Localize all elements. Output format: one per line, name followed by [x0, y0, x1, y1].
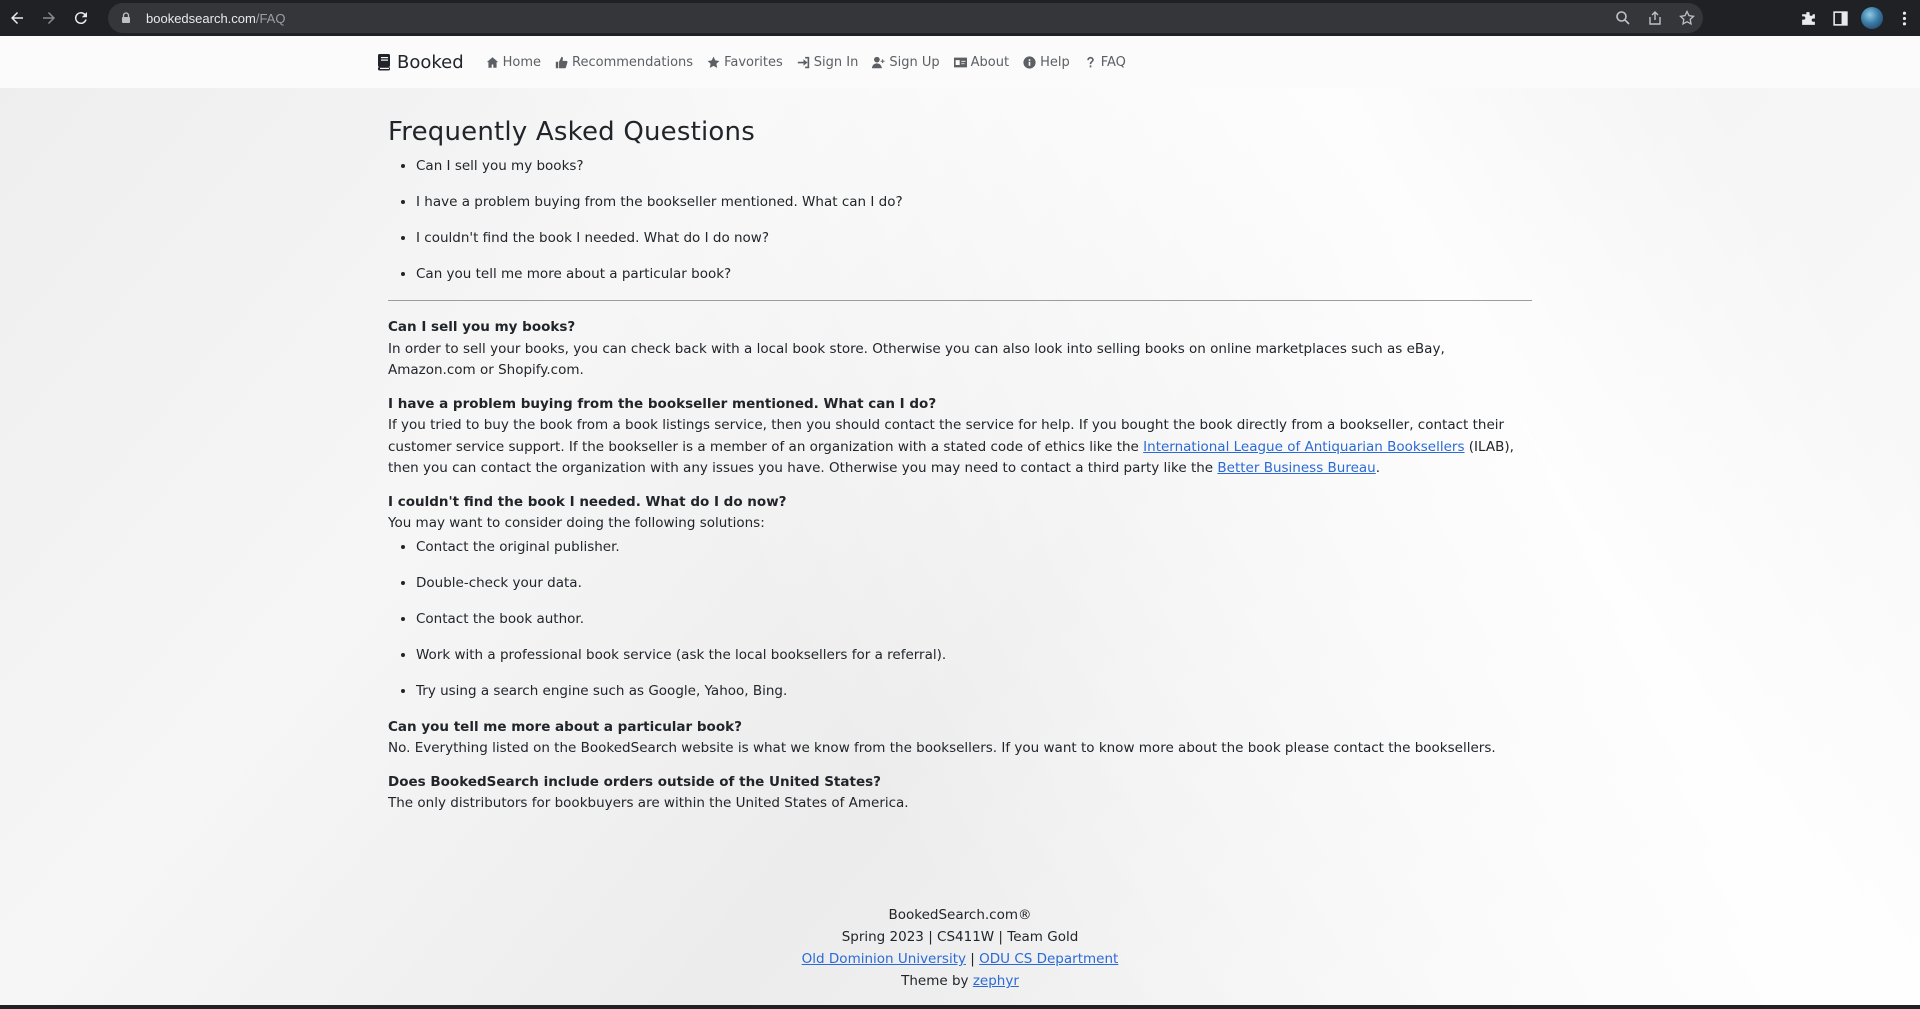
list-item: Contact the book author.: [416, 609, 1532, 631]
nav-sign-up[interactable]: Sign Up: [872, 54, 940, 70]
faq-answer: If you tried to buy the book from a book…: [388, 415, 1532, 480]
sign-in-icon: [797, 56, 809, 68]
share-icon[interactable]: [1639, 3, 1671, 33]
page: Booked Home Recommendations Favorites Si…: [0, 36, 1920, 1009]
answer-text: .: [1375, 460, 1381, 476]
bookmark-star-icon[interactable]: [1671, 3, 1703, 33]
solutions-list: Contact the original publisher. Double-c…: [388, 537, 1532, 703]
list-item: Work with a professional book service (a…: [416, 645, 1532, 667]
faq-answer: No. Everything listed on the BookedSearc…: [388, 740, 1496, 756]
list-item: Try using a search engine such as Google…: [416, 681, 1532, 703]
page-title: Frequently Asked Questions: [388, 117, 755, 147]
footer-course: Spring 2023 | CS411W | Team Gold: [841, 929, 1079, 945]
faq-question: Can you tell me more about a particular …: [388, 718, 742, 735]
browser-toolbar: bookedsearch.com/FAQ: [0, 0, 1920, 36]
back-icon[interactable]: [2, 3, 32, 33]
list-item: Can you tell me more about a particular …: [416, 264, 1532, 286]
book-icon: [378, 54, 390, 71]
forward-icon[interactable]: [34, 3, 64, 33]
reload-icon[interactable]: [66, 3, 96, 33]
question-icon: [1086, 56, 1094, 67]
list-item: Can I sell you my books?: [416, 156, 1532, 178]
user-plus-icon: [872, 56, 885, 68]
extensions-icon[interactable]: [1792, 0, 1824, 36]
side-panel-icon[interactable]: [1824, 0, 1856, 36]
divider: [388, 300, 1532, 301]
faq-question: I have a problem buying from the booksel…: [388, 395, 937, 412]
nav-about-label: About: [970, 54, 1010, 70]
ilab-link[interactable]: International League of Antiquarian Book…: [1143, 439, 1464, 455]
faq-question: I couldn't find the book I needed. What …: [388, 493, 787, 510]
star-icon: [707, 56, 720, 68]
nav-help-label: Help: [1040, 54, 1070, 70]
odu-cs-link[interactable]: ODU CS Department: [979, 951, 1118, 967]
menu-kebab-icon[interactable]: [1888, 0, 1920, 36]
nav-favorites-label: Favorites: [724, 54, 783, 70]
lock-icon: [122, 12, 130, 23]
avatar: [1861, 7, 1883, 29]
main-content: Frequently Asked Questions Can I sell yo…: [388, 114, 1532, 827]
list-item: Double-check your data.: [416, 573, 1532, 595]
footer-copyright: BookedSearch.com®: [888, 907, 1032, 923]
footer-links: Old Dominion University | ODU CS Departm…: [0, 948, 1920, 970]
nav-favorites[interactable]: Favorites: [707, 55, 783, 70]
brand-name: Booked: [397, 51, 464, 73]
nav-faq[interactable]: FAQ: [1084, 55, 1126, 70]
info-circle-icon: [1023, 55, 1036, 69]
faq-toc-list: Can I sell you my books? I have a proble…: [388, 156, 1532, 286]
faq-answer: The only distributors for bookbuyers are…: [388, 795, 909, 811]
faq-answer: You may want to consider doing the follo…: [388, 515, 765, 531]
odu-link[interactable]: Old Dominion University: [802, 951, 966, 967]
bbb-link[interactable]: Better Business Bureau: [1217, 460, 1375, 476]
window-bottom-edge: [0, 1005, 1920, 1009]
nav-home[interactable]: Home: [486, 55, 541, 70]
footer-theme: Theme by zephyr: [0, 970, 1920, 992]
faq-answer: In order to sell your books, you can che…: [388, 340, 1445, 379]
url-path: /FAQ: [255, 10, 286, 26]
nav-sign-in[interactable]: Sign In: [797, 54, 859, 70]
address-bar[interactable]: bookedsearch.com/FAQ: [108, 3, 1703, 33]
faq-question: Can I sell you my books?: [388, 319, 576, 335]
zephyr-link[interactable]: zephyr: [973, 973, 1019, 989]
home-icon: [486, 56, 498, 68]
nav-about[interactable]: About: [953, 54, 1010, 70]
faq-question: Does BookedSearch include orders outside…: [388, 773, 881, 790]
list-item: Contact the original publisher.: [416, 537, 1532, 559]
site-navbar: Booked Home Recommendations Favorites Si…: [0, 36, 1920, 88]
list-item: I have a problem buying from the booksel…: [416, 192, 1532, 214]
nav-recommendations[interactable]: Recommendations: [555, 55, 693, 70]
thumbs-up-icon: [555, 56, 568, 68]
site-footer: BookedSearch.com® Spring 2023 | CS411W |…: [0, 904, 1920, 992]
nav-help[interactable]: Help: [1023, 55, 1070, 70]
url-domain: bookedsearch.com: [146, 10, 256, 26]
url-text: bookedsearch.com/FAQ: [146, 11, 285, 26]
list-item: I couldn't find the book I needed. What …: [416, 228, 1532, 250]
footer-separator: |: [965, 951, 980, 967]
profile-avatar[interactable]: [1856, 0, 1888, 36]
nav-faq-label: FAQ: [1100, 54, 1126, 70]
zoom-icon[interactable]: [1607, 3, 1639, 33]
nav-sign-up-label: Sign Up: [889, 54, 940, 70]
nav-sign-in-label: Sign In: [813, 54, 859, 70]
brand-link[interactable]: Booked: [377, 52, 464, 73]
id-card-icon: [953, 57, 967, 67]
nav-recommendations-label: Recommendations: [572, 54, 694, 70]
nav-home-label: Home: [502, 54, 542, 70]
theme-prefix: Theme by: [901, 973, 973, 989]
